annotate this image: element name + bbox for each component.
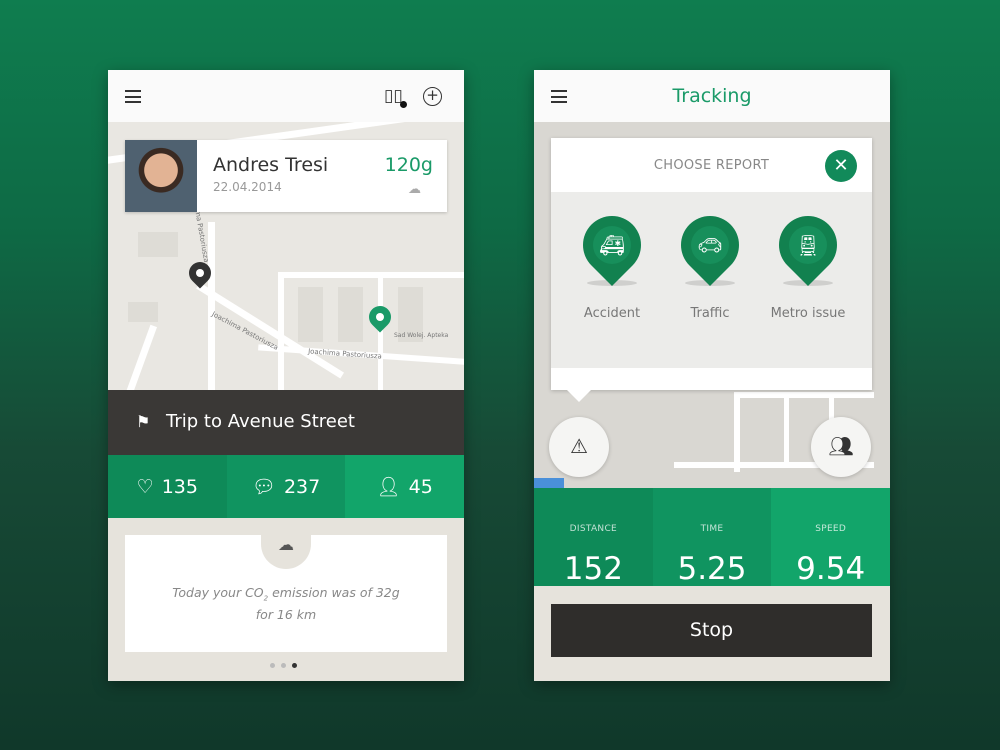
- distance-stat: DISTANCE152KM: [534, 488, 653, 614]
- friends-button[interactable]: 👤︎ 45: [345, 455, 464, 518]
- person-icon: 👤︎: [376, 476, 401, 498]
- report-dialog: CHOOSE REPORT ✕ 🚑︎ Accident 🚗︎ Traffic 🚆…: [551, 138, 872, 402]
- cars-icon: 🚗︎: [691, 226, 729, 264]
- close-button[interactable]: ✕: [825, 150, 857, 182]
- speed-stat: SPEED9.54KM/H: [771, 488, 890, 614]
- cloud-download-icon: ☁: [261, 533, 311, 569]
- train-alert-icon: 🚆︎: [789, 226, 827, 264]
- menu-icon[interactable]: [125, 90, 141, 103]
- comment-icon: 💬︎: [251, 476, 276, 498]
- report-accident[interactable]: 🚑︎ Accident: [567, 203, 657, 321]
- profile-screen: ▯▯ + Joachima Pastoriusza Joachima Pasto…: [108, 70, 464, 681]
- report-metro-issue[interactable]: 🚆︎ Metro issue: [763, 203, 853, 321]
- report-traffic[interactable]: 🚗︎ Traffic: [665, 203, 755, 321]
- stop-button[interactable]: Stop: [551, 604, 872, 657]
- heart-icon: ♡: [136, 475, 154, 498]
- tracking-screen: Tracking CHOOSE REPORT ✕ 🚑︎ Accident 🚗︎ …: [534, 70, 890, 681]
- page-dot[interactable]: [270, 663, 275, 668]
- avatar: [125, 140, 197, 212]
- comments-button[interactable]: 💬︎ 237: [226, 455, 346, 518]
- co2-amount: 120g: [384, 154, 433, 176]
- page-title: Tracking: [672, 85, 752, 107]
- header: Tracking: [534, 70, 890, 122]
- report-button[interactable]: ⚠: [549, 417, 609, 477]
- warning-icon: ⚠: [570, 434, 588, 458]
- pagination-dots: [270, 663, 297, 668]
- poi-label: Sad Wolej. Apteka: [394, 332, 449, 339]
- user-name: Andres Tresi: [213, 154, 329, 176]
- likes-button[interactable]: ♡ 135: [108, 455, 227, 518]
- add-icon[interactable]: +: [423, 87, 442, 106]
- signpost-icon: ⚑: [136, 412, 151, 431]
- trip-title: Trip to Avenue Street: [166, 411, 355, 432]
- map-icon[interactable]: ▯▯: [384, 86, 407, 108]
- dialog-title: CHOOSE REPORT: [551, 138, 872, 192]
- time-stat: TIME5.25H: [652, 488, 772, 614]
- trip-date: 22.04.2014: [213, 180, 282, 194]
- friends-button[interactable]: 👥︎: [811, 417, 871, 477]
- ambulance-icon: 🚑︎: [593, 226, 631, 264]
- page-dot[interactable]: [281, 663, 286, 668]
- emission-card: ☁ Today your CO2 emission was of 32g for…: [125, 533, 447, 652]
- profile-card[interactable]: Andres Tresi 22.04.2014 120g ☁: [125, 140, 447, 212]
- people-icon: 👥︎: [828, 434, 854, 458]
- destination-pin-icon[interactable]: [364, 301, 396, 333]
- header: ▯▯ +: [108, 70, 464, 122]
- social-stats: ♡ 135 💬︎ 237 👤︎ 45: [108, 455, 464, 518]
- tracking-stats: DISTANCE152KM TIME5.25H SPEED9.54KM/H: [534, 488, 890, 614]
- cloud-icon: ☁: [408, 182, 421, 197]
- trip-bar[interactable]: ⚑ Trip to Avenue Street: [108, 390, 464, 455]
- page-dot-active[interactable]: [292, 663, 297, 668]
